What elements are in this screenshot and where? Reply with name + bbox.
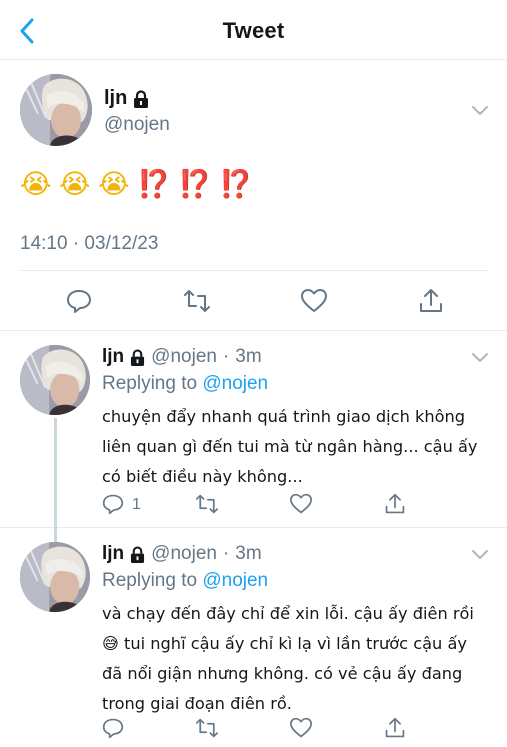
reply-actions bbox=[102, 717, 405, 743]
reply-text: và chạy đến đây chỉ để xin lỗi. cậu ấy đ… bbox=[102, 604, 474, 713]
replying-to: Replying to @nojen bbox=[102, 373, 268, 395]
reply-icon[interactable] bbox=[102, 717, 124, 739]
chevron-down-icon[interactable] bbox=[471, 352, 489, 364]
lock-icon bbox=[131, 545, 145, 563]
like-icon[interactable] bbox=[290, 717, 312, 739]
replying-label: Replying to bbox=[102, 570, 198, 591]
dot-separator: · bbox=[222, 543, 230, 564]
avatar[interactable] bbox=[20, 345, 90, 415]
reply-tweet[interactable]: ljn @nojen · 3m Replying to @nojen chuyệ… bbox=[0, 332, 507, 542]
dot-separator: · bbox=[222, 346, 230, 367]
handle[interactable]: @nojen bbox=[104, 114, 170, 136]
retweet-icon[interactable] bbox=[196, 717, 218, 739]
display-name[interactable]: ljn bbox=[102, 346, 124, 368]
replying-label: Replying to bbox=[102, 373, 198, 394]
reply-actions: 1 bbox=[102, 493, 405, 519]
reply-tweet[interactable]: ljn @nojen · 3m Replying to @nojen và ch… bbox=[0, 529, 507, 747]
top-bar: Tweet bbox=[0, 0, 507, 60]
handle[interactable]: @nojen bbox=[151, 543, 217, 565]
reply-header: ljn @nojen · 3m bbox=[102, 346, 262, 368]
avatar[interactable] bbox=[20, 74, 92, 146]
display-name-row: ljn bbox=[104, 87, 149, 110]
timestamp: 14:10 · 03/12/23 bbox=[20, 233, 159, 254]
reply-text: chuyện đẩy nhanh quá trình giao dịch khô… bbox=[102, 407, 478, 486]
thread-line bbox=[54, 418, 57, 542]
reply-icon[interactable] bbox=[102, 493, 124, 515]
mention-link[interactable]: @nojen bbox=[202, 570, 268, 591]
like-icon[interactable] bbox=[301, 288, 327, 314]
share-icon[interactable] bbox=[384, 717, 406, 739]
chevron-down-icon[interactable] bbox=[471, 549, 489, 561]
reply-header: ljn @nojen · 3m bbox=[102, 543, 262, 565]
mention-link[interactable]: @nojen bbox=[202, 373, 268, 394]
reply-icon[interactable] bbox=[66, 288, 92, 314]
divider bbox=[20, 270, 489, 271]
main-tweet: ljn @nojen 😭 😭 😭 ⁉️ ⁉️ ⁉️ 14:10 · 03/12/… bbox=[0, 61, 507, 331]
tweet-emojis: 😭 😭 😭 bbox=[20, 169, 130, 199]
lock-icon bbox=[131, 348, 145, 366]
lock-icon bbox=[134, 89, 149, 108]
reply-count: 1 bbox=[132, 496, 141, 513]
share-icon[interactable] bbox=[384, 493, 406, 515]
tweet-text: 😭 😭 😭 ⁉️ ⁉️ ⁉️ bbox=[20, 167, 253, 201]
chevron-down-icon[interactable] bbox=[471, 105, 489, 117]
handle[interactable]: @nojen bbox=[151, 346, 217, 368]
share-icon[interactable] bbox=[418, 288, 444, 314]
tweet-exclamations: ⁉️ ⁉️ ⁉️ bbox=[137, 169, 254, 199]
replying-to: Replying to @nojen bbox=[102, 570, 268, 592]
display-name[interactable]: ljn bbox=[104, 87, 127, 110]
page-title: Tweet bbox=[222, 18, 285, 43]
relative-time: 3m bbox=[235, 543, 262, 564]
like-icon[interactable] bbox=[290, 493, 312, 515]
retweet-icon[interactable] bbox=[184, 288, 210, 314]
retweet-icon[interactable] bbox=[196, 493, 218, 515]
relative-time: 3m bbox=[235, 346, 262, 367]
display-name[interactable]: ljn bbox=[102, 543, 124, 565]
avatar[interactable] bbox=[20, 542, 90, 612]
